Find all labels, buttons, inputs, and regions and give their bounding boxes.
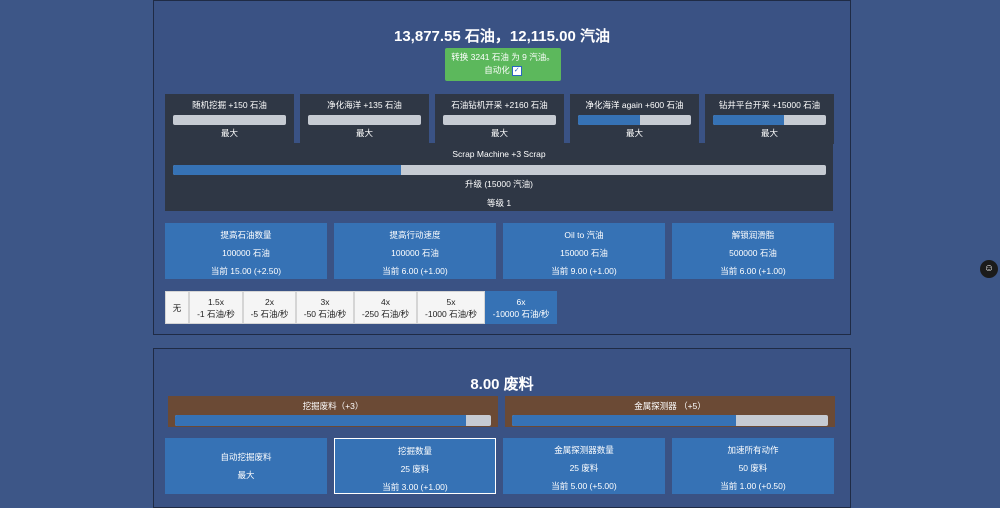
speed-option-active[interactable]: 6x -10000 石油/秒 bbox=[485, 291, 557, 324]
scrap-total: 8.00 废料 bbox=[470, 376, 534, 393]
generator-progress-bar bbox=[173, 115, 286, 125]
scrap-upgrade-card[interactable]: 加速所有动作 50 废料 当前 1.00 (+0.50) bbox=[672, 438, 834, 494]
upgrade-title: 解锁润滑脂 bbox=[731, 230, 775, 240]
oil-totals: 13,877.55 石油，12,115.00 汽油 bbox=[394, 28, 610, 45]
generator-card[interactable]: 钻井平台开采 +15000 石油 最大 bbox=[705, 94, 834, 144]
convert-label: 转换 3241 石油 为 9 汽油。 bbox=[451, 52, 555, 62]
upgrade-card[interactable]: Oil to 汽油 150000 石油 当前 9.00 (+1.00) bbox=[503, 223, 665, 279]
generator-card[interactable]: 净化海洋 +135 石油 最大 bbox=[300, 94, 429, 144]
scrap-upgrade-card[interactable]: 挖掘数量 25 废料 当前 3.00 (+1.00) bbox=[334, 438, 496, 494]
auto-checkbox[interactable]: ✓ bbox=[511, 65, 522, 76]
scrap-generator-progress-bar bbox=[175, 415, 491, 426]
scrap-upgrade-card[interactable]: 金属探测器数量 25 废料 当前 5.00 (+5.00) bbox=[503, 438, 665, 494]
scrap-machine-title: Scrap Machine +3 Scrap bbox=[452, 149, 546, 159]
scrap-machine-level: 等级 1 bbox=[486, 198, 512, 208]
convert-oil-button[interactable]: 转换 3241 石油 为 9 汽油。 自动化 ✓ bbox=[445, 48, 561, 81]
upgrade-card[interactable]: 提高行动速度 100000 石油 当前 6.00 (+1.00) bbox=[334, 223, 496, 279]
scrap-generator-title: 挖掘废料（+3） bbox=[302, 401, 364, 411]
upgrade-cost: 25 废料 bbox=[569, 463, 599, 473]
generator-status: 最大 bbox=[760, 128, 778, 138]
upgrade-cost: 100000 石油 bbox=[391, 248, 439, 258]
scrap-upgrade-card[interactable]: 自动挖掘废料 最大 bbox=[165, 438, 327, 494]
upgrade-current: 当前 3.00 (+1.00) bbox=[382, 482, 448, 492]
upgrade-current: 当前 5.00 (+5.00) bbox=[551, 481, 617, 491]
generator-card[interactable]: 随机挖掘 +150 石油 最大 bbox=[165, 94, 294, 144]
generator-progress-bar bbox=[308, 115, 421, 125]
scrap-generator-card[interactable]: 金属探测器 （+5） bbox=[505, 396, 835, 427]
upgrade-current: 当前 6.00 (+1.00) bbox=[382, 266, 448, 276]
upgrade-title: 自动挖掘废料 bbox=[220, 452, 272, 462]
generator-progress-bar bbox=[443, 115, 556, 125]
generator-status: 最大 bbox=[220, 128, 238, 138]
generator-title: 净化海洋 again +600 石油 bbox=[585, 100, 684, 110]
scrap-generator-title: 金属探测器 （+5） bbox=[634, 401, 706, 411]
generator-title: 净化海洋 +135 石油 bbox=[327, 100, 402, 110]
octocat-icon[interactable]: ☺ bbox=[980, 260, 998, 278]
speed-option[interactable]: 无 bbox=[165, 291, 189, 324]
upgrade-title: 提高行动速度 bbox=[389, 230, 441, 240]
scrap-panel: 8.00 废料 挖掘废料（+3） 金属探测器 （+5） 自动挖掘废料 最大 挖掘… bbox=[153, 348, 851, 508]
generator-status: 最大 bbox=[625, 128, 643, 138]
upgrade-cost: 50 废料 bbox=[738, 463, 768, 473]
upgrade-current: 当前 9.00 (+1.00) bbox=[551, 266, 617, 276]
upgrade-card[interactable]: 解锁润滑脂 500000 石油 当前 6.00 (+1.00) bbox=[672, 223, 834, 279]
speed-option[interactable]: 5x -1000 石油/秒 bbox=[417, 291, 485, 324]
scrap-machine-upgrade-button[interactable]: 升级 (15000 汽油) bbox=[165, 178, 833, 190]
generator-title: 石油钻机开采 +2160 石油 bbox=[451, 100, 548, 110]
auto-label: 自动化 bbox=[484, 65, 510, 75]
speed-option[interactable]: 3x -50 石油/秒 bbox=[296, 291, 354, 324]
generator-status: 最大 bbox=[490, 128, 508, 138]
upgrade-title: 提高石油数量 bbox=[220, 230, 272, 240]
speed-option[interactable]: 1.5x -1 石油/秒 bbox=[189, 291, 243, 324]
speed-option[interactable]: 4x -250 石油/秒 bbox=[354, 291, 417, 324]
generator-title: 钻井平台开采 +15000 石油 bbox=[718, 100, 821, 110]
upgrade-cost: 150000 石油 bbox=[560, 248, 608, 258]
upgrade-title: 加速所有动作 bbox=[727, 445, 779, 455]
generator-title: 随机挖掘 +150 石油 bbox=[192, 100, 267, 110]
upgrade-current: 当前 1.00 (+0.50) bbox=[720, 481, 786, 491]
upgrade-cost: 500000 石油 bbox=[729, 248, 777, 258]
scrap-generator-card[interactable]: 挖掘废料（+3） bbox=[168, 396, 498, 427]
oil-panel: 13,877.55 石油，12,115.00 汽油 转换 3241 石油 为 9… bbox=[153, 0, 851, 335]
speed-option[interactable]: 2x -5 石油/秒 bbox=[243, 291, 296, 324]
generator-progress-bar bbox=[578, 115, 691, 125]
scrap-machine-card[interactable]: Scrap Machine +3 Scrap 升级 (15000 汽油) 等级 … bbox=[165, 143, 833, 211]
upgrade-cost: 100000 石油 bbox=[222, 248, 270, 258]
scrap-machine-progress-bar bbox=[172, 165, 826, 175]
upgrade-card[interactable]: 提高石油数量 100000 石油 当前 15.00 (+2.50) bbox=[165, 223, 327, 279]
upgrade-current: 最大 bbox=[237, 470, 255, 480]
generator-card[interactable]: 净化海洋 again +600 石油 最大 bbox=[570, 94, 699, 144]
upgrade-title: 金属探测器数量 bbox=[554, 445, 614, 455]
scrap-generator-progress-bar bbox=[512, 415, 828, 426]
upgrade-current: 当前 6.00 (+1.00) bbox=[720, 266, 786, 276]
upgrade-current: 当前 15.00 (+2.50) bbox=[210, 266, 282, 276]
generator-status: 最大 bbox=[355, 128, 373, 138]
upgrade-title: 挖掘数量 bbox=[397, 446, 432, 456]
generator-card[interactable]: 石油钻机开采 +2160 石油 最大 bbox=[435, 94, 564, 144]
generator-progress-bar bbox=[713, 115, 826, 125]
upgrade-cost: 25 废料 bbox=[400, 464, 430, 474]
upgrade-title: Oil to 汽油 bbox=[564, 230, 604, 240]
